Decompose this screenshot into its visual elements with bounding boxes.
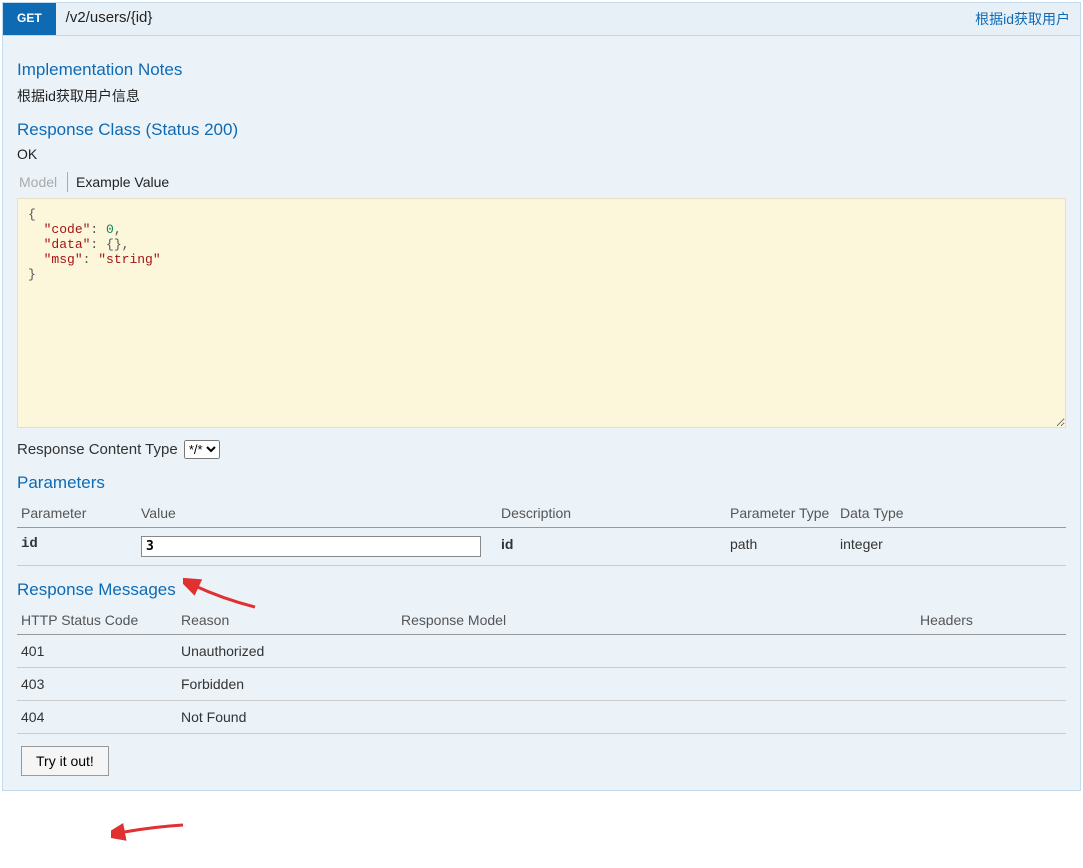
- operation-panel: GET /v2/users/{id} 根据id获取用户 Implementati…: [2, 2, 1081, 791]
- status-headers: [916, 668, 1066, 701]
- param-name: id: [17, 528, 137, 566]
- status-reason: Forbidden: [177, 668, 397, 701]
- param-value-cell: [137, 528, 497, 566]
- example-value-box[interactable]: { "code": 0, "data": {}, "msg": "string"…: [17, 198, 1066, 428]
- param-value-input[interactable]: [141, 536, 481, 557]
- implementation-notes-text: 根据id获取用户信息: [17, 86, 1066, 106]
- http-method-badge: GET: [3, 3, 56, 35]
- response-messages-table: HTTP Status Code Reason Response Model H…: [17, 606, 1066, 734]
- response-content-type-select[interactable]: */*: [184, 440, 220, 459]
- col-data-type: Data Type: [836, 499, 1066, 528]
- implementation-notes-title: Implementation Notes: [17, 60, 1066, 80]
- operation-header[interactable]: GET /v2/users/{id} 根据id获取用户: [3, 3, 1080, 36]
- col-reason: Reason: [177, 606, 397, 635]
- col-response-model: Response Model: [397, 606, 916, 635]
- status-reason: Unauthorized: [177, 635, 397, 668]
- response-class-status: OK: [17, 146, 1066, 162]
- parameters-title: Parameters: [17, 473, 1066, 493]
- table-row: ididpathinteger: [17, 528, 1066, 566]
- operation-path: /v2/users/{id}: [56, 3, 965, 35]
- status-model: [397, 701, 916, 734]
- response-tabs: Model Example Value: [17, 172, 1066, 192]
- status-code: 403: [17, 668, 177, 701]
- response-class-title: Response Class (Status 200): [17, 120, 1066, 140]
- tab-example-value[interactable]: Example Value: [67, 172, 171, 192]
- status-model: [397, 635, 916, 668]
- param-data-type: integer: [836, 528, 1066, 566]
- param-type: path: [726, 528, 836, 566]
- response-content-type-label: Response Content Type: [17, 441, 178, 458]
- param-description: id: [497, 528, 726, 566]
- tab-model[interactable]: Model: [17, 172, 59, 192]
- status-model: [397, 668, 916, 701]
- col-value: Value: [137, 499, 497, 528]
- status-reason: Not Found: [177, 701, 397, 734]
- response-content-type-row: Response Content Type */*: [17, 440, 1066, 459]
- status-code: 401: [17, 635, 177, 668]
- col-headers: Headers: [916, 606, 1066, 635]
- status-code: 404: [17, 701, 177, 734]
- table-row: 401Unauthorized: [17, 635, 1066, 668]
- annotation-arrow-icon: [111, 815, 191, 845]
- col-parameter: Parameter: [17, 499, 137, 528]
- table-row: 403Forbidden: [17, 668, 1066, 701]
- status-headers: [916, 635, 1066, 668]
- try-it-out-button[interactable]: Try it out!: [21, 746, 109, 776]
- col-description: Description: [497, 499, 726, 528]
- parameters-table: Parameter Value Description Parameter Ty…: [17, 499, 1066, 566]
- operation-summary: 根据id获取用户: [965, 3, 1080, 35]
- table-row: 404Not Found: [17, 701, 1066, 734]
- status-headers: [916, 701, 1066, 734]
- col-status-code: HTTP Status Code: [17, 606, 177, 635]
- col-param-type: Parameter Type: [726, 499, 836, 528]
- response-messages-title: Response Messages: [17, 580, 1066, 600]
